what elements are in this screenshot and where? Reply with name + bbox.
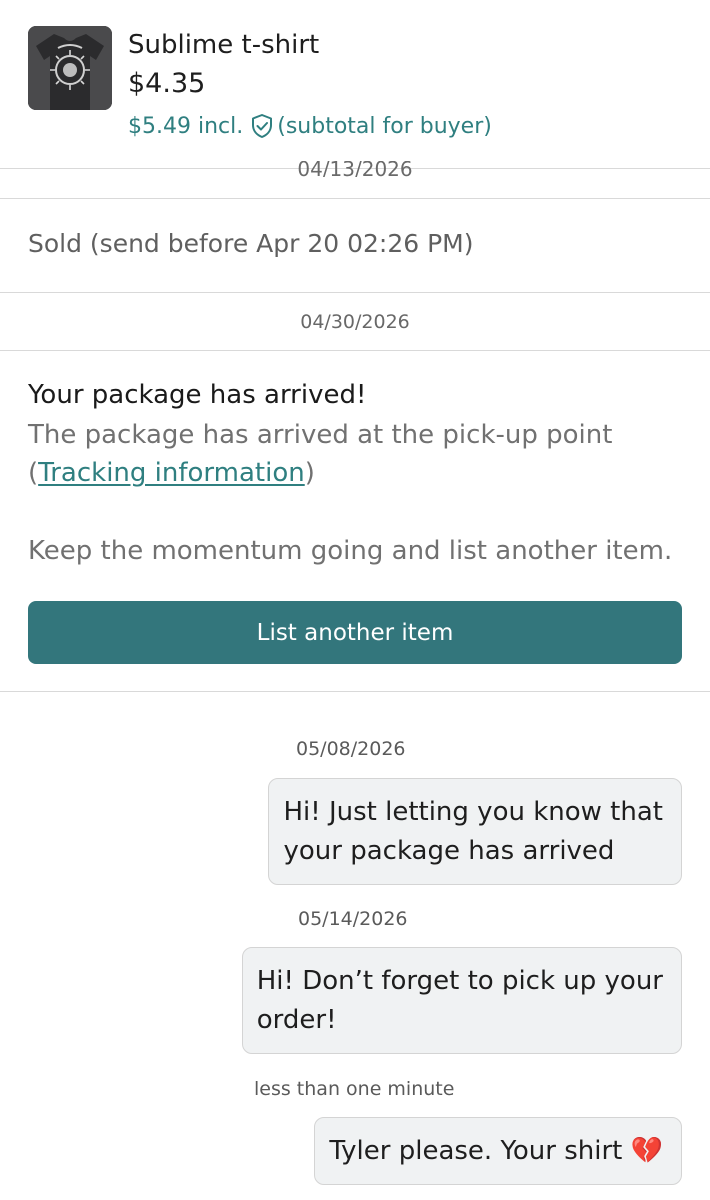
- date-label: 04/13/2026: [297, 161, 413, 177]
- message-date: 05/08/2026: [296, 738, 406, 760]
- buyer-total-price: $5.49 incl.: [128, 113, 244, 139]
- item-summary[interactable]: Sublime t-shirt $4.35 $5.49 incl. (subto…: [0, 0, 710, 169]
- tracking-information-link[interactable]: Tracking information: [38, 458, 305, 488]
- message-line: Hi! Don’t forget to pick up your: [256, 966, 663, 996]
- message-line: order!: [256, 1005, 337, 1035]
- notice-title: Your package has arrived!: [28, 380, 367, 410]
- tracking-line: (Tracking information): [28, 458, 315, 488]
- paren-close: ): [304, 458, 315, 488]
- buyer-total-row[interactable]: $5.49 incl. (subtotal for buyer): [128, 113, 492, 139]
- message-date: less than one minute: [254, 1078, 455, 1100]
- date-divider: 04/30/2026: [300, 311, 410, 333]
- divider: [0, 292, 710, 293]
- divider: [0, 691, 710, 692]
- momentum-text: Keep the momentum going and list another…: [28, 536, 673, 566]
- date-divider-partial: 04/13/2026: [0, 161, 710, 177]
- message-bubble[interactable]: Tyler please. Your shirt 💔: [314, 1117, 682, 1185]
- message-bubble[interactable]: Hi! Just letting you know that your pack…: [268, 778, 682, 885]
- message-line: your package has arrived: [283, 836, 615, 866]
- list-another-item-button[interactable]: List another item: [28, 601, 682, 664]
- sold-status-message: Sold (send before Apr 20 02:26 PM): [28, 229, 474, 258]
- order-conversation-screen: Sublime t-shirt $4.35 $5.49 incl. (subto…: [0, 0, 710, 1200]
- shield-check-icon[interactable]: [249, 113, 275, 139]
- message-bubble[interactable]: Hi! Don’t forget to pick up your order!: [241, 947, 682, 1054]
- divider: [0, 198, 710, 199]
- buyer-total-note: (subtotal for buyer): [277, 113, 492, 139]
- notice-text: The package has arrived at the pick-up p…: [28, 420, 613, 450]
- item-price: $4.35: [128, 68, 206, 99]
- item-title: Sublime t-shirt: [128, 30, 320, 60]
- item-thumbnail[interactable]: [28, 26, 112, 110]
- paren-open: (: [28, 458, 39, 488]
- divider: [0, 350, 710, 351]
- message-line: Tyler please. Your shirt 💔: [329, 1136, 663, 1166]
- message-line: Hi! Just letting you know that: [283, 797, 663, 827]
- message-date: 05/14/2026: [298, 908, 408, 930]
